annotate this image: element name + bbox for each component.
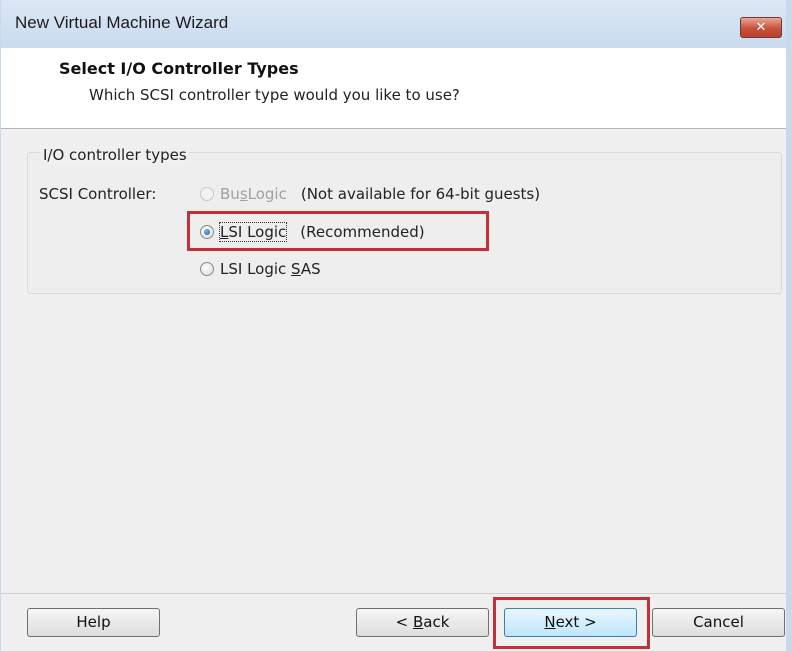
wizard-window: New Virtual Machine Wizard ✕ Select I/O … xyxy=(0,0,792,651)
page-title: Select I/O Controller Types xyxy=(59,59,299,78)
highlight-box-next xyxy=(493,597,650,649)
title-bar[interactable]: New Virtual Machine Wizard ✕ xyxy=(1,0,786,48)
page-subtitle: Which SCSI controller type would you lik… xyxy=(89,86,460,104)
highlight-box-lsi-logic xyxy=(187,211,489,251)
radio-circle-buslogic[interactable] xyxy=(200,187,214,201)
scsi-controller-label: SCSI Controller: xyxy=(39,185,157,203)
cancel-button[interactable]: Cancel xyxy=(652,608,785,637)
buslogic-label: BusLogic xyxy=(220,185,287,203)
footer-divider xyxy=(1,593,786,594)
radio-buslogic[interactable]: BusLogic (Not available for 64-bit guest… xyxy=(200,185,540,203)
close-icon[interactable]: ✕ xyxy=(740,17,782,38)
close-glyph: ✕ xyxy=(755,20,767,35)
back-button[interactable]: < Back xyxy=(356,608,489,637)
window-title: New Virtual Machine Wizard xyxy=(15,13,229,32)
buslogic-note: (Not available for 64-bit guests) xyxy=(300,185,541,203)
wizard-header: Select I/O Controller Types Which SCSI c… xyxy=(1,48,786,129)
radio-lsi-logic-sas[interactable]: LSI Logic SAS xyxy=(200,260,321,278)
radio-circle-lsi-logic-sas[interactable] xyxy=(200,262,214,276)
help-button[interactable]: Help xyxy=(27,608,160,637)
lsi-logic-sas-label: LSI Logic SAS xyxy=(220,260,321,278)
group-label: I/O controller types xyxy=(41,146,189,164)
